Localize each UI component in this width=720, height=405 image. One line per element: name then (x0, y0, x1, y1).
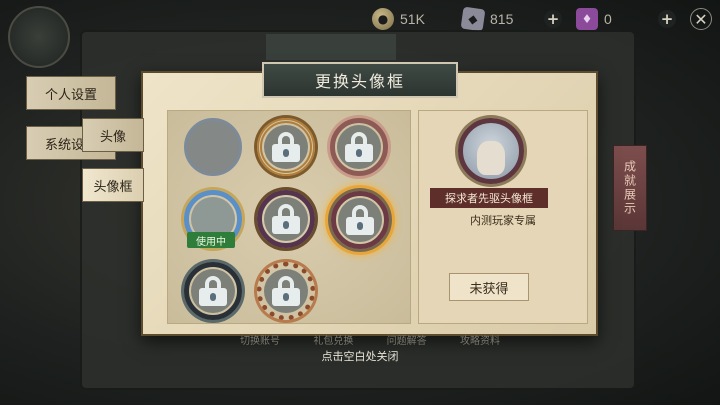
lock-icon (272, 204, 300, 234)
resource-bar: ● 51K ◆ 815 + ♦ 0 + ✕ (372, 6, 712, 32)
character-portrait (477, 141, 505, 175)
frame-sunburst[interactable] (257, 262, 315, 320)
ticket-resource: ♦ 0 + (576, 7, 676, 31)
frame-spiky-pink[interactable] (330, 118, 388, 176)
switch-account-link[interactable]: 切换账号 (240, 332, 280, 348)
lock-icon (346, 205, 374, 235)
lock-icon (345, 132, 373, 162)
frame-purple-vine[interactable] (257, 190, 315, 248)
achievement-showcase-tab[interactable]: 成就展示 (613, 145, 647, 231)
background-title-plate (266, 34, 396, 60)
frame-dark-tentacle[interactable] (184, 262, 242, 320)
tab-avatar-frame[interactable]: 头像框 (82, 168, 144, 202)
tab-personal-settings[interactable]: 个人设置 (26, 76, 116, 110)
gem-resource: ◆ 815 + (460, 6, 562, 32)
coin-icon: ● (372, 8, 394, 30)
gem-value: 815 (490, 11, 514, 27)
ticket-icon: ♦ (576, 8, 598, 30)
lock-icon (199, 276, 227, 306)
in-use-badge: 使用中 (187, 232, 235, 248)
frame-name: 探求者先驱头像框 (430, 188, 548, 208)
close-hint[interactable]: 点击空白处关闭 (260, 348, 460, 364)
coin-resource: ● 51K (372, 7, 448, 31)
tab-avatar[interactable]: 头像 (82, 118, 144, 152)
faq-link[interactable]: 问题解答 (387, 332, 427, 348)
guide-link[interactable]: 攻略资料 (460, 332, 500, 348)
ticket-add-button[interactable]: + (658, 10, 676, 28)
frame-empty[interactable] (184, 118, 242, 176)
ticket-value: 0 (604, 11, 612, 27)
bottom-links: 切换账号 礼包兑换 问题解答 攻略资料 (240, 332, 500, 348)
modal-title: 更换头像框 (262, 62, 458, 98)
right-menu-ghost-1 (662, 64, 706, 80)
frame-description: 内测玩家专属 (470, 214, 536, 227)
lock-icon (272, 276, 300, 306)
gem-add-button[interactable]: + (544, 10, 562, 28)
not-obtained-button[interactable]: 未获得 (449, 273, 529, 301)
lock-icon (272, 132, 300, 162)
frame-ornament[interactable] (331, 191, 389, 249)
coin-value: 51K (400, 11, 425, 27)
gift-redeem-link[interactable]: 礼包兑换 (313, 332, 353, 348)
frame-gold-crown[interactable] (257, 118, 315, 176)
frame-preview (458, 118, 524, 184)
player-avatar[interactable] (8, 6, 70, 68)
close-icon[interactable]: ✕ (690, 8, 712, 30)
gem-icon: ◆ (460, 6, 486, 32)
